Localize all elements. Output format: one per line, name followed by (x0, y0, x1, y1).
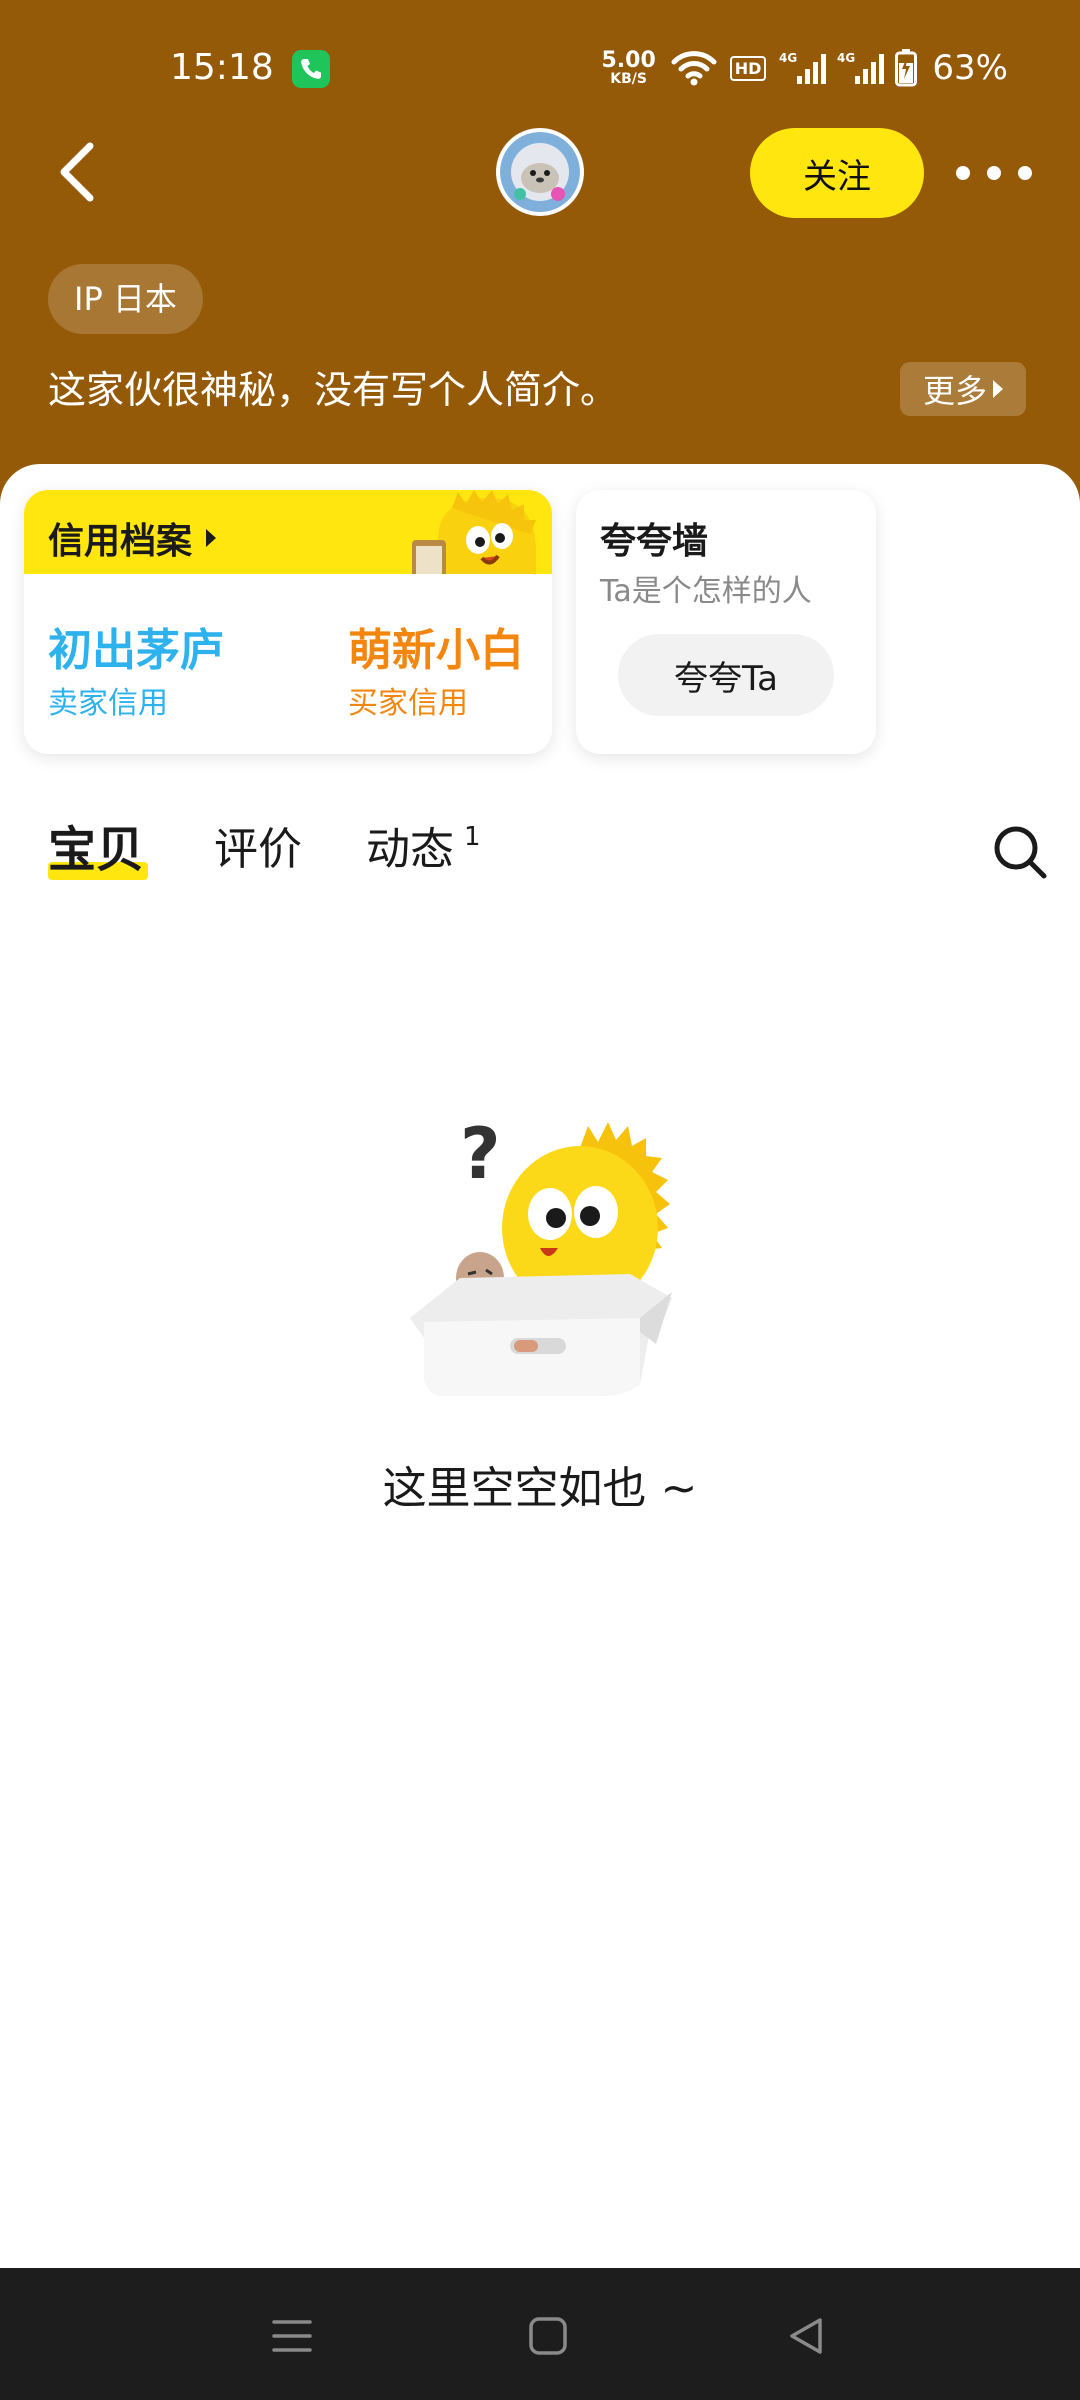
network-speed: 5.00 KB/S (601, 48, 656, 87)
menu-icon[interactable] (270, 2314, 314, 2358)
empty-state-message: 这里空空如也 ~ (382, 1463, 698, 1514)
signal-4g-icon-2: 4G (837, 51, 885, 84)
praise-wall-subtitle: Ta是个怎样的人 (600, 574, 812, 609)
tab-items[interactable]: 宝贝 (48, 818, 144, 882)
praise-button[interactable]: 夸夸Ta (618, 634, 834, 716)
search-button[interactable] (990, 822, 1050, 882)
wifi-icon (671, 51, 717, 86)
seller-credit-caption: 卖家信用 (48, 686, 168, 721)
hd-voice-badge: HD (729, 55, 767, 81)
phone-call-icon (292, 50, 330, 88)
buyer-credit-level: 萌新小白 (348, 625, 524, 676)
search-icon (994, 826, 1047, 879)
praise-wall-card[interactable]: 夸夸墙 Ta是个怎样的人 夸夸Ta (576, 490, 876, 754)
svg-text:4G: 4G (837, 51, 855, 65)
back-button[interactable] (46, 132, 112, 212)
signal-4g-icon: 4G (779, 51, 827, 84)
empty-state-illustration: ? (410, 1113, 672, 1396)
more-label: 更多 (922, 372, 987, 410)
user-avatar[interactable] (496, 128, 584, 216)
tab-reviews[interactable]: 评价 (214, 818, 302, 882)
svg-text:4G: 4G (779, 51, 797, 65)
seller-credit-level: 初出茅庐 (48, 625, 224, 676)
praise-wall-title: 夸夸墙 (600, 521, 709, 562)
back-triangle-icon[interactable] (784, 2314, 828, 2358)
caret-right-icon (206, 529, 217, 547)
status-time: 15:18 (170, 47, 274, 88)
battery-percent: 63% (932, 48, 1008, 88)
tab-posts[interactable]: 动态 (366, 818, 454, 882)
posts-count-badge: 1 (464, 822, 481, 852)
more-info-button[interactable]: 更多 (900, 362, 1026, 416)
home-icon[interactable] (526, 2314, 570, 2358)
ip-location-badge: IP 日本 (48, 264, 203, 334)
dot-icon (1018, 166, 1032, 180)
more-options-button[interactable] (956, 148, 1032, 198)
status-icons: 5.00 KB/S HD 4G 4G 63% (601, 40, 1008, 96)
chevron-left-icon (60, 142, 94, 202)
system-navigation-bar (0, 2268, 1080, 2400)
svg-text:?: ? (460, 1113, 501, 1195)
caret-right-icon (993, 380, 1003, 398)
profile-bio: 这家伙很神秘，没有写个人简介。 (48, 368, 619, 412)
credit-profile-title: 信用档案 (48, 512, 217, 564)
dot-icon (987, 166, 1001, 180)
follow-button[interactable]: 关注 (750, 128, 924, 218)
battery-icon (895, 49, 918, 87)
dot-icon (956, 166, 970, 180)
buyer-credit-caption: 买家信用 (348, 686, 468, 721)
status-bar: 15:18 5.00 KB/S HD 4G 4G 63% (0, 0, 1080, 140)
